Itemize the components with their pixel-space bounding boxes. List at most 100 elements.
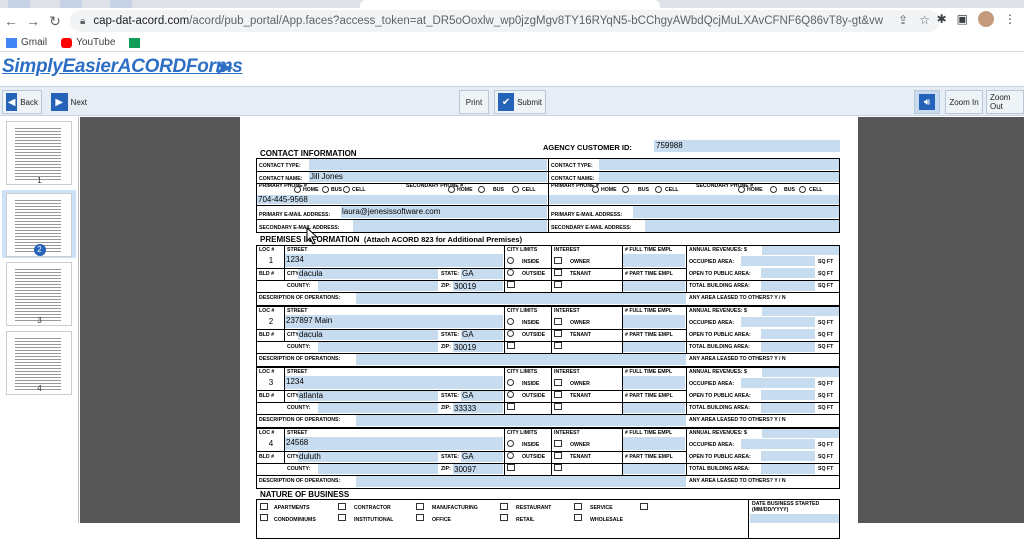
annual-revenues-field[interactable] bbox=[762, 307, 839, 316]
share-icon[interactable]: ⇪ bbox=[898, 13, 908, 27]
service-checkbox[interactable] bbox=[574, 503, 582, 510]
wholesale-checkbox[interactable] bbox=[574, 514, 582, 521]
interest-checkbox[interactable] bbox=[554, 464, 562, 471]
cell-radio[interactable] bbox=[512, 186, 519, 193]
total-building-field[interactable] bbox=[761, 464, 815, 474]
contractor-checkbox[interactable] bbox=[338, 503, 346, 510]
county-field[interactable] bbox=[318, 281, 438, 291]
part-time-field[interactable] bbox=[623, 342, 685, 352]
speaker-button[interactable]: 🔊︎ bbox=[914, 90, 940, 114]
county-field[interactable] bbox=[318, 403, 438, 413]
owner-checkbox[interactable] bbox=[554, 318, 562, 325]
cell-radio[interactable] bbox=[343, 186, 350, 193]
description-field[interactable] bbox=[356, 354, 686, 365]
annual-revenues-field[interactable] bbox=[762, 429, 839, 438]
open-public-field[interactable] bbox=[761, 451, 815, 461]
contact-type-field-2[interactable] bbox=[599, 159, 839, 170]
annual-revenues-field[interactable] bbox=[762, 368, 839, 377]
total-building-field[interactable] bbox=[761, 342, 815, 352]
secondary-email-field[interactable] bbox=[353, 220, 547, 232]
menu-icon[interactable]: ⋮ bbox=[1004, 12, 1016, 26]
tenant-checkbox[interactable] bbox=[554, 391, 562, 398]
primary-phone-field-2[interactable] bbox=[549, 195, 839, 204]
bus-radio[interactable] bbox=[622, 186, 629, 193]
contact-name-field-1[interactable] bbox=[309, 172, 547, 182]
home-radio[interactable] bbox=[592, 186, 599, 193]
cell-radio[interactable] bbox=[799, 186, 806, 193]
tenant-checkbox[interactable] bbox=[554, 452, 562, 459]
home-radio[interactable] bbox=[448, 186, 455, 193]
condominiums-checkbox[interactable] bbox=[260, 514, 268, 521]
bus-radio[interactable] bbox=[478, 186, 485, 193]
part-time-field[interactable] bbox=[623, 281, 685, 291]
home-radio[interactable] bbox=[738, 186, 745, 193]
part-time-field[interactable] bbox=[623, 403, 685, 413]
bus-radio[interactable] bbox=[770, 186, 777, 193]
profile-avatar[interactable] bbox=[978, 11, 994, 27]
browser-tab[interactable] bbox=[60, 0, 82, 8]
full-time-field[interactable] bbox=[623, 376, 685, 389]
submit-button[interactable]: ✔ Submit bbox=[494, 90, 546, 114]
primary-email-field-2[interactable] bbox=[633, 206, 839, 218]
secondary-email-field-2[interactable] bbox=[645, 220, 839, 232]
owner-checkbox[interactable] bbox=[554, 257, 562, 264]
description-field[interactable] bbox=[356, 293, 686, 304]
occupied-area-field[interactable] bbox=[741, 317, 815, 327]
reload-icon[interactable]: ↻ bbox=[44, 13, 66, 30]
county-field[interactable] bbox=[318, 342, 438, 352]
county-field[interactable] bbox=[318, 464, 438, 474]
contact-name-field-2[interactable] bbox=[599, 172, 839, 182]
bus-radio[interactable] bbox=[322, 186, 329, 193]
date-started-field[interactable] bbox=[750, 514, 839, 523]
bookmark-youtube[interactable]: YouTube bbox=[61, 37, 115, 48]
owner-checkbox[interactable] bbox=[554, 440, 562, 447]
owner-checkbox[interactable] bbox=[554, 379, 562, 386]
annual-revenues-field[interactable] bbox=[762, 246, 839, 255]
inside-radio[interactable] bbox=[507, 440, 514, 447]
tenant-checkbox[interactable] bbox=[554, 330, 562, 337]
interest-checkbox[interactable] bbox=[554, 281, 562, 288]
sidepanel-icon[interactable]: ▣ bbox=[957, 12, 968, 26]
open-public-field[interactable] bbox=[761, 268, 815, 278]
contact-type-field-1[interactable] bbox=[309, 159, 547, 170]
inside-radio[interactable] bbox=[507, 318, 514, 325]
forward-arrow-icon[interactable]: → bbox=[22, 13, 44, 29]
full-time-field[interactable] bbox=[623, 437, 685, 450]
extensions-icon[interactable]: ✱ bbox=[937, 12, 947, 26]
interest-checkbox[interactable] bbox=[554, 342, 562, 349]
manufacturing-checkbox[interactable] bbox=[416, 503, 424, 510]
outside-radio[interactable] bbox=[507, 452, 514, 459]
tenant-checkbox[interactable] bbox=[554, 269, 562, 276]
apartments-checkbox[interactable] bbox=[260, 503, 268, 510]
description-field[interactable] bbox=[356, 415, 686, 426]
occupied-area-field[interactable] bbox=[741, 439, 815, 449]
retail-checkbox[interactable] bbox=[500, 514, 508, 521]
city-limits-checkbox[interactable] bbox=[507, 281, 515, 288]
inside-radio[interactable] bbox=[507, 257, 514, 264]
street-field[interactable] bbox=[285, 437, 503, 450]
url-input[interactable]: 🔒︎ cap-dat-acord.com/acord/pub_portal/Ap… bbox=[70, 10, 940, 32]
street-field[interactable] bbox=[285, 376, 503, 389]
total-building-field[interactable] bbox=[761, 281, 815, 291]
outside-radio[interactable] bbox=[507, 391, 514, 398]
city-limits-checkbox[interactable] bbox=[507, 464, 515, 471]
browser-tab[interactable] bbox=[110, 0, 132, 8]
bookmark-sheets[interactable] bbox=[129, 37, 141, 48]
outside-radio[interactable] bbox=[507, 330, 514, 337]
bookmark-gmail[interactable]: Gmail bbox=[6, 37, 47, 48]
part-time-field[interactable] bbox=[623, 464, 685, 474]
institutional-checkbox[interactable] bbox=[338, 514, 346, 521]
zoom-in-button[interactable]: Zoom In bbox=[945, 90, 983, 114]
home-radio[interactable] bbox=[294, 186, 301, 193]
open-public-field[interactable] bbox=[761, 329, 815, 339]
description-field[interactable] bbox=[356, 476, 686, 487]
service-extra-checkbox[interactable] bbox=[640, 503, 648, 510]
zoom-out-button[interactable]: Zoom Out bbox=[986, 90, 1024, 114]
office-checkbox[interactable] bbox=[416, 514, 424, 521]
inside-radio[interactable] bbox=[507, 379, 514, 386]
occupied-area-field[interactable] bbox=[741, 256, 815, 266]
outside-radio[interactable] bbox=[507, 269, 514, 276]
street-field[interactable] bbox=[285, 254, 503, 267]
star-icon[interactable]: ☆ bbox=[919, 13, 930, 27]
city-limits-checkbox[interactable] bbox=[507, 403, 515, 410]
